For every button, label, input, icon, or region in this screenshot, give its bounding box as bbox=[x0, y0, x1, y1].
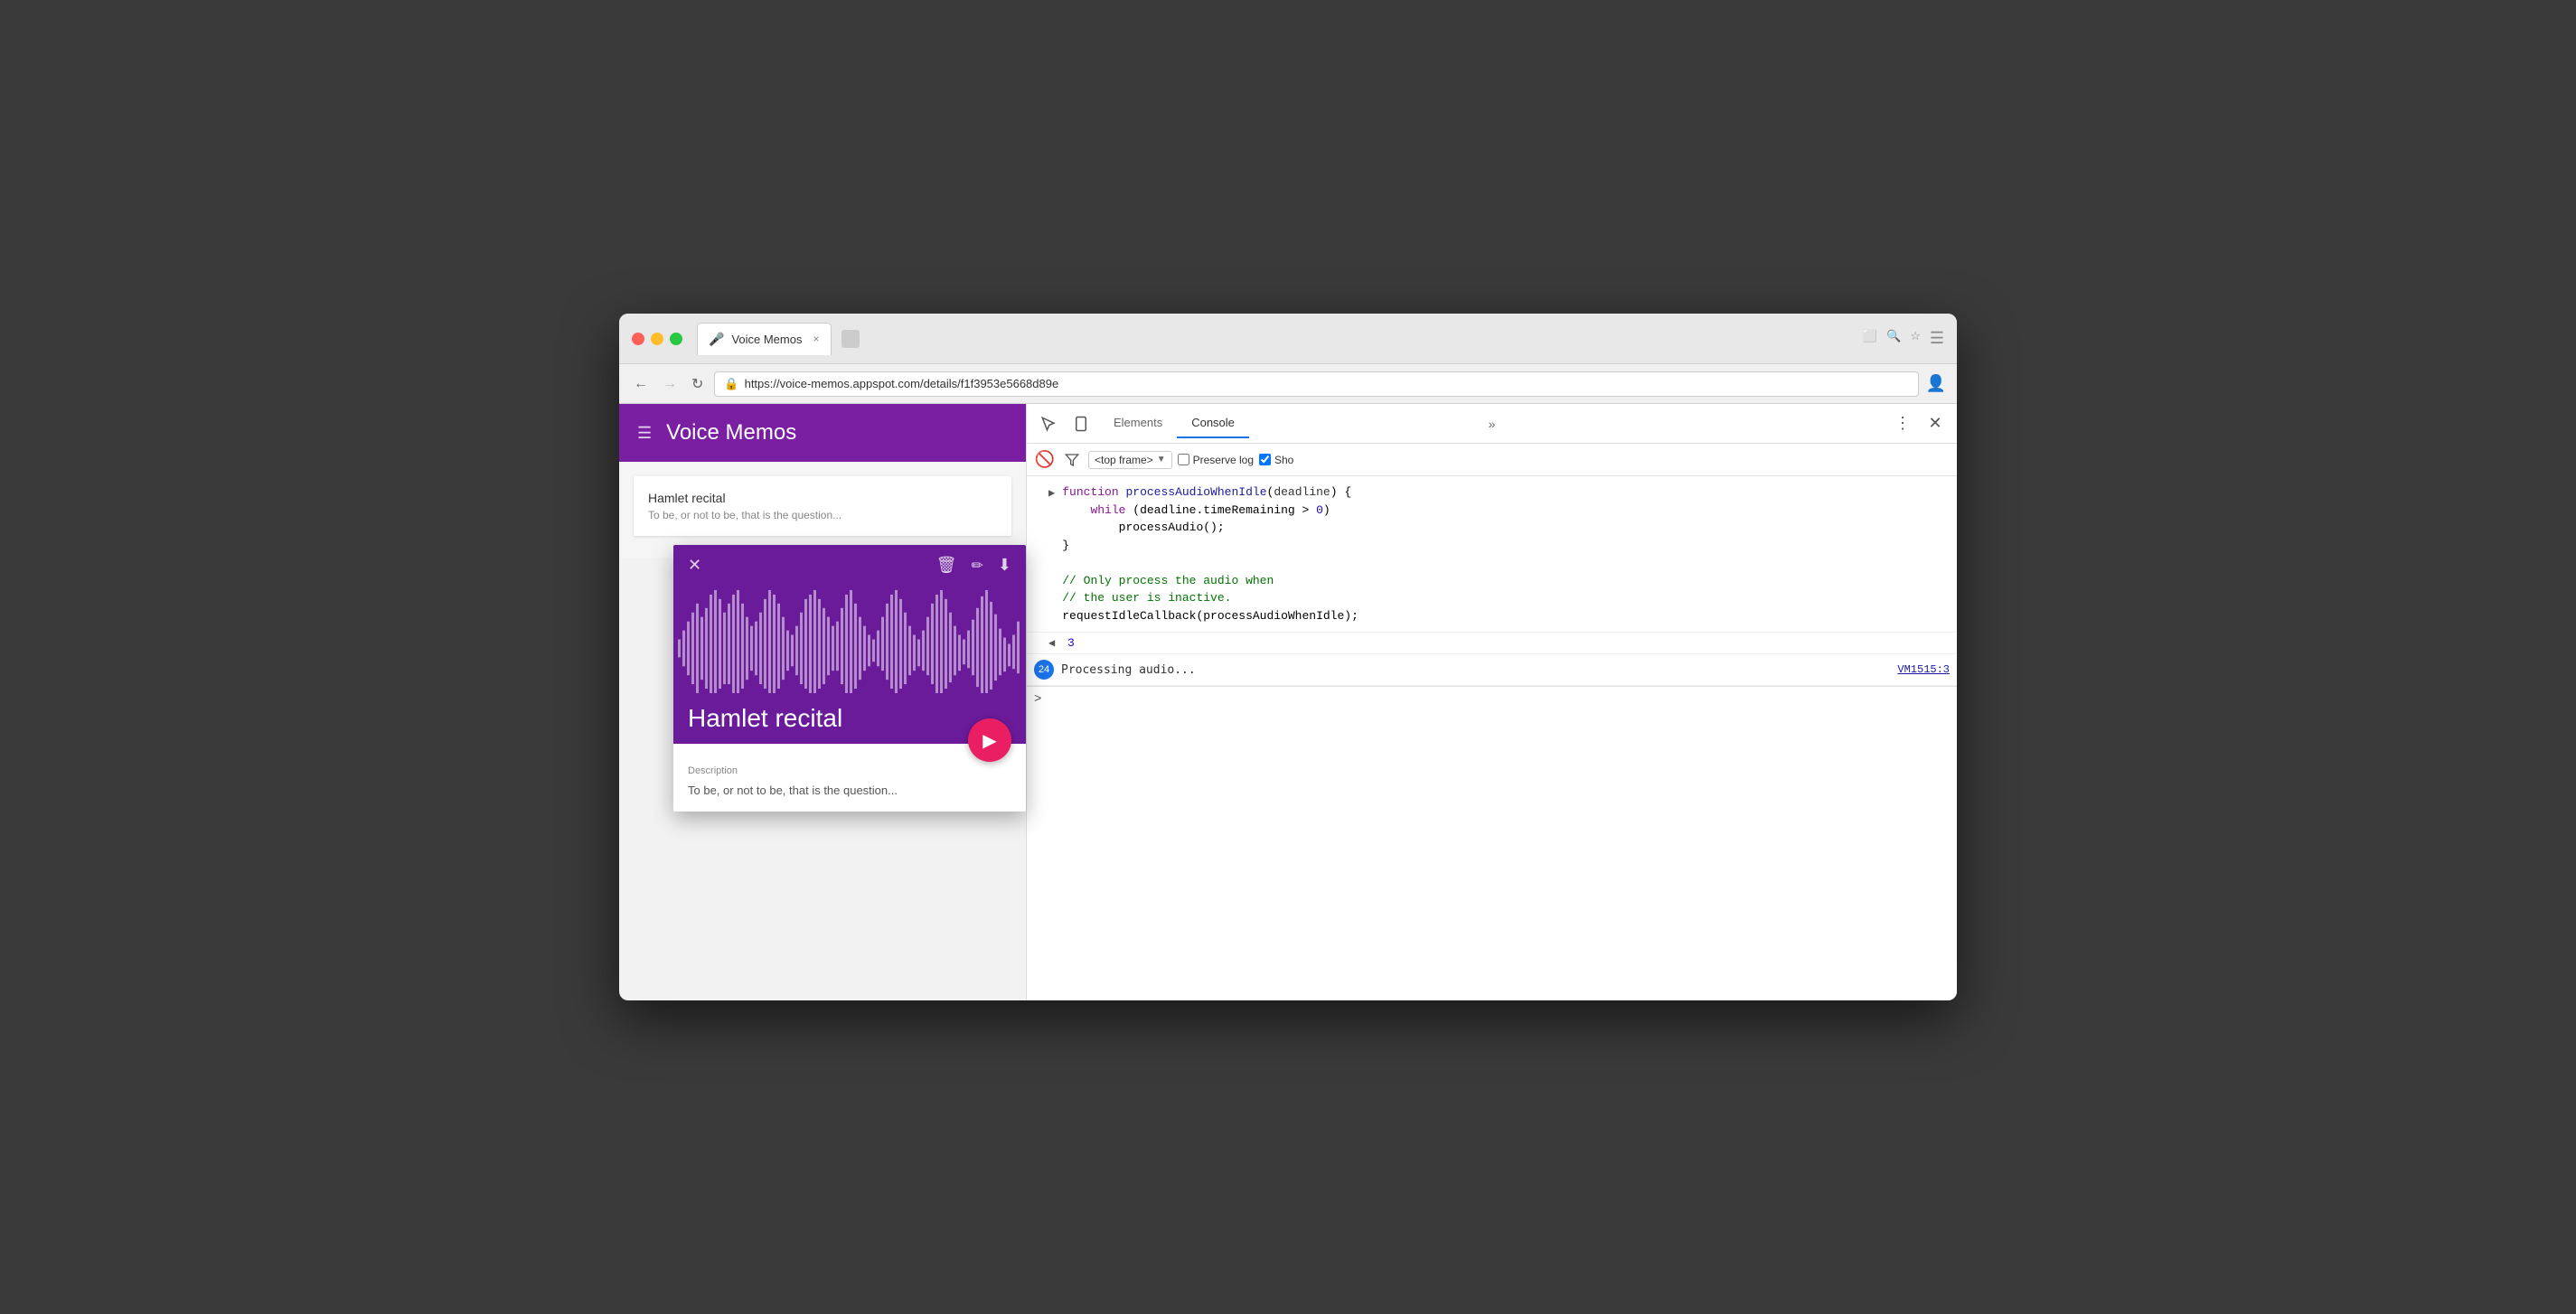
webapp-header: ☰ Voice Memos bbox=[619, 404, 1026, 462]
webapp-title: Voice Memos bbox=[666, 420, 796, 446]
tab-elements[interactable]: Elements bbox=[1099, 408, 1177, 438]
devtools-settings-button[interactable]: ⋮ bbox=[1888, 409, 1917, 438]
log-source-link[interactable]: VM1515:3 bbox=[1897, 663, 1950, 676]
close-window-button[interactable] bbox=[632, 333, 644, 345]
fullscreen-window-button[interactable] bbox=[670, 333, 682, 345]
console-output: ▶ function processAudioWhenIdle(deadline… bbox=[1027, 476, 1957, 1000]
console-input-row: > bbox=[1027, 686, 1957, 712]
console-code: function processAudioWhenIdle(deadline) … bbox=[1062, 483, 1359, 624]
new-tab-button[interactable] bbox=[839, 327, 862, 351]
url-text: https://voice-memos.appspot.com/details/… bbox=[745, 377, 1059, 390]
frame-selector[interactable]: <top frame> ▼ bbox=[1088, 451, 1172, 469]
reload-button[interactable]: ↻ bbox=[688, 371, 707, 397]
frame-label: <top frame> bbox=[1095, 454, 1153, 466]
frame-selector-arrow: ▼ bbox=[1157, 455, 1166, 465]
console-code-block: ▶ function processAudioWhenIdle(deadline… bbox=[1027, 476, 1957, 633]
inspect-element-button[interactable] bbox=[1034, 409, 1063, 438]
lock-icon: 🔒 bbox=[724, 377, 738, 391]
console-prompt-icon: > bbox=[1034, 692, 1041, 707]
devtools-header: Elements Console » ⋮ ✕ bbox=[1027, 404, 1957, 444]
memo-card[interactable]: Hamlet recital To be, or not to be, that… bbox=[634, 476, 1011, 536]
forward-button[interactable]: → bbox=[659, 372, 681, 396]
modal-toolbar: ✕ 🗑 ✏ ⬇ bbox=[673, 545, 1026, 586]
url-bar[interactable]: 🔒 https://voice-memos.appspot.com/detail… bbox=[714, 371, 1918, 397]
preserve-log-label: Preserve log bbox=[1178, 454, 1254, 466]
devtools-panel: Elements Console » ⋮ ✕ 🚫 bbox=[1026, 404, 1957, 1000]
tab-bar: 🎤 Voice Memos × bbox=[697, 323, 1854, 355]
webapp-wrapper: ☰ Voice Memos Hamlet recital To be, or n… bbox=[619, 404, 1026, 1000]
console-log-row: 24 Processing audio... VM1515:3 bbox=[1027, 654, 1957, 686]
tab-favicon: 🎤 bbox=[709, 332, 724, 347]
user-icon[interactable]: 👤 bbox=[1926, 374, 1946, 393]
tab-title: Voice Memos bbox=[731, 333, 802, 346]
memo-detail-modal: ✕ 🗑 ✏ ⬇ bbox=[673, 545, 1026, 812]
modal-description-text: To be, or not to be, that is the questio… bbox=[688, 784, 1011, 797]
window-star-icon[interactable]: ☆ bbox=[1910, 329, 1921, 348]
log-message: Processing audio... bbox=[1061, 663, 1890, 677]
browser-tab[interactable]: 🎤 Voice Memos × bbox=[697, 323, 832, 355]
window-controls: ⬜ 🔍 ☆ ☰ bbox=[1863, 329, 1944, 348]
address-bar: ← → ↻ 🔒 https://voice-memos.appspot.com/… bbox=[619, 364, 1957, 404]
modal-delete-button[interactable]: 🗑 bbox=[936, 556, 957, 575]
tab-close-button[interactable]: × bbox=[813, 333, 819, 345]
window-resize-icon[interactable]: ⬜ bbox=[1863, 329, 1877, 348]
modal-download-button[interactable]: ⬇ bbox=[998, 556, 1011, 575]
back-button[interactable]: ← bbox=[630, 372, 652, 396]
modal-description-label: Description bbox=[688, 765, 1011, 776]
devtools-tabs: Elements Console bbox=[1099, 408, 1481, 438]
modal-edit-button[interactable]: ✏ bbox=[972, 556, 983, 575]
address-actions: 👤 bbox=[1926, 374, 1946, 393]
traffic-lights bbox=[632, 333, 682, 345]
preserve-log-checkbox[interactable] bbox=[1178, 454, 1189, 465]
modal-title: Hamlet recital bbox=[688, 704, 1011, 733]
filter-console-button[interactable] bbox=[1061, 449, 1083, 471]
title-bar: 🎤 Voice Memos × ⬜ 🔍 ☆ ☰ bbox=[619, 314, 1957, 364]
more-tabs-button[interactable]: » bbox=[1485, 417, 1500, 431]
webapp: ☰ Voice Memos Hamlet recital To be, or n… bbox=[619, 404, 1026, 558]
clear-console-button[interactable]: 🚫 bbox=[1034, 449, 1056, 471]
hamburger-menu-icon[interactable]: ☰ bbox=[637, 424, 652, 443]
modal-toolbar-right: 🗑 ✏ ⬇ bbox=[936, 556, 1011, 575]
window-menu-icon[interactable]: ☰ bbox=[1930, 329, 1944, 348]
show-log-text: Sho bbox=[1274, 454, 1293, 466]
console-return-value: ◀ 3 bbox=[1027, 633, 1957, 654]
console-toolbar: 🚫 <top frame> ▼ Preserve log Sho bbox=[1027, 444, 1957, 476]
window-zoom-icon[interactable]: 🔍 bbox=[1886, 329, 1901, 348]
return-arrow-icon: ◀ bbox=[1048, 637, 1055, 650]
return-value: 3 bbox=[1067, 636, 1075, 650]
minimize-window-button[interactable] bbox=[651, 333, 663, 345]
tab-console[interactable]: Console bbox=[1177, 408, 1249, 438]
console-input[interactable] bbox=[1048, 693, 1950, 707]
preserve-log-text: Preserve log bbox=[1193, 454, 1254, 466]
modal-toolbar-left: ✕ bbox=[688, 556, 701, 575]
log-count-badge: 24 bbox=[1034, 660, 1054, 680]
modal-close-button[interactable]: ✕ bbox=[688, 556, 701, 575]
memo-card-title: Hamlet recital bbox=[648, 491, 997, 505]
show-log-label: Sho bbox=[1259, 454, 1293, 466]
play-button[interactable]: ▶ bbox=[968, 718, 1011, 762]
devtools-close-button[interactable]: ✕ bbox=[1921, 409, 1950, 438]
memo-card-description: To be, or not to be, that is the questio… bbox=[648, 509, 997, 521]
webapp-content: Hamlet recital To be, or not to be, that… bbox=[619, 462, 1026, 558]
modal-header: ✕ 🗑 ✏ ⬇ bbox=[673, 545, 1026, 744]
expand-arrow-icon[interactable]: ▶ bbox=[1048, 485, 1055, 502]
device-toolbar-button[interactable] bbox=[1067, 409, 1095, 438]
show-log-checkbox[interactable] bbox=[1259, 454, 1271, 465]
waveform-visualization bbox=[673, 586, 1026, 693]
main-area: ☰ Voice Memos Hamlet recital To be, or n… bbox=[619, 404, 1957, 1000]
browser-window: 🎤 Voice Memos × ⬜ 🔍 ☆ ☰ ← → ↻ 🔒 https://… bbox=[619, 314, 1957, 1000]
